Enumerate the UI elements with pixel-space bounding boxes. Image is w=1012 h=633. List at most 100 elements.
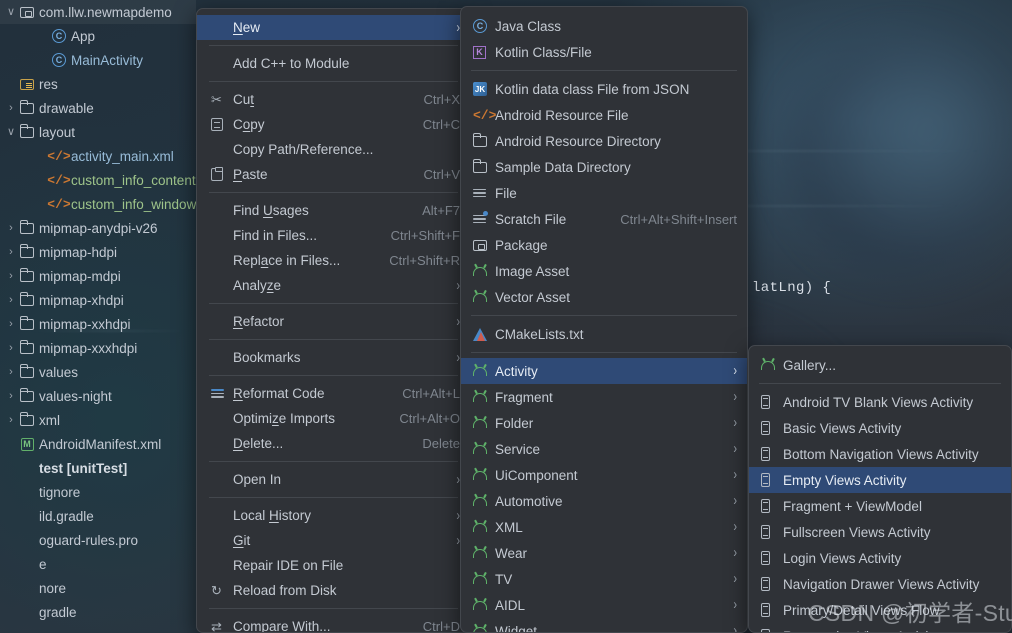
menu-item-navigation-drawer-views-activity[interactable]: Navigation Drawer Views Activity	[749, 571, 1011, 597]
menu-item-folder[interactable]: Folder ›	[461, 410, 747, 436]
menu-item-open-in[interactable]: Open In ›	[197, 467, 470, 492]
menu-item-service[interactable]: Service ›	[461, 436, 747, 462]
menu-item-responsive-views-activity[interactable]: Responsive Views Activity	[749, 623, 1011, 632]
project-tool-window[interactable]: ∨ com.llw.newmapdemo C App C MainActivity res ›…	[0, 0, 196, 633]
menu-item-tv[interactable]: TV ›	[461, 566, 747, 592]
tree-item[interactable]: </> custom_info_window.	[0, 192, 196, 216]
menu-item-widget[interactable]: Widget ›	[461, 618, 747, 632]
tree-item[interactable]: oguard-rules.pro	[0, 528, 196, 552]
tree-item[interactable]: e	[0, 552, 196, 576]
tree-item[interactable]: gradle	[0, 600, 196, 624]
menu-item-automotive[interactable]: Automotive ›	[461, 488, 747, 514]
menu-item-gallery[interactable]: Gallery...	[749, 352, 1011, 378]
menu-item-aidl[interactable]: AIDL ›	[461, 592, 747, 618]
tree-item[interactable]: › values-night	[0, 384, 196, 408]
menu-item-replace-in-files[interactable]: Replace in Files... Ctrl+Shift+R	[197, 248, 470, 273]
tree-item[interactable]: </> custom_info_contents	[0, 168, 196, 192]
menu-item-optimize-imports[interactable]: Optimize Imports Ctrl+Alt+O	[197, 406, 470, 431]
menu-item-xml[interactable]: XML ›	[461, 514, 747, 540]
menu-item-bookmarks[interactable]: Bookmarks ›	[197, 345, 470, 370]
menu-item-vector-asset[interactable]: Vector Asset	[461, 284, 747, 310]
menu-item-local-history[interactable]: Local History ›	[197, 503, 470, 528]
file-context-menu[interactable]: New › Add C++ to Module ✂ Cut Ctrl+X Copy Ctrl+…	[196, 8, 471, 633]
tree-item[interactable]: › drawable	[0, 96, 196, 120]
menu-item-git[interactable]: Git ›	[197, 528, 470, 553]
tree-item[interactable]: nore	[0, 576, 196, 600]
menu-item-primary-detail-views-flow[interactable]: Primary/Detail Views Flow	[749, 597, 1011, 623]
menu-item-basic-views-activity[interactable]: Basic Views Activity	[749, 415, 1011, 441]
chevron-right-icon[interactable]: ›	[4, 318, 18, 330]
tree-item[interactable]: › mipmap-xxhdpi	[0, 312, 196, 336]
tree-item[interactable]: › mipmap-anydpi-v26	[0, 216, 196, 240]
chevron-right-icon[interactable]: ›	[4, 414, 18, 426]
menu-item-kotlin-data-class-file-from-json[interactable]: JK Kotlin data class File from JSON	[461, 76, 747, 102]
menu-item-find-usages[interactable]: Find Usages Alt+F7	[197, 198, 470, 223]
menu-item-cmakelists-txt[interactable]: CMakeLists.txt	[461, 321, 747, 347]
menu-item-reformat-code[interactable]: Reformat Code Ctrl+Alt+L	[197, 381, 470, 406]
menu-item-java-class[interactable]: C Java Class	[461, 13, 747, 39]
tree-item[interactable]: M AndroidManifest.xml	[0, 432, 196, 456]
activity-submenu[interactable]: Gallery... Android TV Blank Views Activit…	[748, 345, 1012, 633]
tree-item-label: mipmap-xxhdpi	[39, 316, 131, 332]
menu-item-delete[interactable]: Delete... Delete	[197, 431, 470, 456]
chevron-down-icon[interactable]: ∨	[4, 6, 18, 18]
chevron-right-icon[interactable]: ›	[4, 390, 18, 402]
menu-item-label: Sample Data Directory	[495, 159, 631, 175]
tree-item[interactable]: › mipmap-xhdpi	[0, 288, 196, 312]
menu-item-refactor[interactable]: Refactor ›	[197, 309, 470, 334]
chevron-right-icon[interactable]: ›	[4, 366, 18, 378]
menu-item-uicomponent[interactable]: UiComponent ›	[461, 462, 747, 488]
menu-item-activity[interactable]: Activity ›	[461, 358, 747, 384]
new-submenu[interactable]: C Java Class K Kotlin Class/File JK Kotlin da…	[460, 6, 748, 633]
chevron-right-icon[interactable]: ›	[4, 102, 18, 114]
menu-item-empty-views-activity[interactable]: Empty Views Activity	[749, 467, 1011, 493]
tree-item[interactable]: ∨ com.llw.newmapdemo	[0, 0, 196, 24]
menu-item-new[interactable]: New ›	[197, 15, 470, 40]
chevron-right-icon[interactable]: ›	[4, 246, 18, 258]
menu-item-fragment-viewmodel[interactable]: Fragment + ViewModel	[749, 493, 1011, 519]
menu-item-copy-path-reference[interactable]: Copy Path/Reference...	[197, 137, 470, 162]
chevron-right-icon[interactable]: ›	[4, 294, 18, 306]
menu-item-reload-from-disk[interactable]: ↻ Reload from Disk	[197, 578, 470, 603]
tree-item[interactable]: › mipmap-xxxhdpi	[0, 336, 196, 360]
menu-item-sample-data-directory[interactable]: Sample Data Directory	[461, 154, 747, 180]
tree-item[interactable]: C MainActivity	[0, 48, 196, 72]
menu-item-fullscreen-views-activity[interactable]: Fullscreen Views Activity	[749, 519, 1011, 545]
chevron-right-icon[interactable]: ›	[4, 222, 18, 234]
menu-item-compare-with[interactable]: ⇄ Compare With... Ctrl+D	[197, 614, 470, 632]
menu-item-find-in-files[interactable]: Find in Files... Ctrl+Shift+F	[197, 223, 470, 248]
menu-item-package[interactable]: Package	[461, 232, 747, 258]
menu-item-paste[interactable]: Paste Ctrl+V	[197, 162, 470, 187]
menu-item-kotlin-class-file[interactable]: K Kotlin Class/File	[461, 39, 747, 65]
tree-item[interactable]: › mipmap-mdpi	[0, 264, 196, 288]
tree-item[interactable]: › mipmap-hdpi	[0, 240, 196, 264]
menu-item-copy[interactable]: Copy Ctrl+C	[197, 112, 470, 137]
tree-item[interactable]: tignore	[0, 480, 196, 504]
chevron-right-icon[interactable]: ›	[4, 342, 18, 354]
chevron-right-icon[interactable]: ›	[4, 270, 18, 282]
menu-item-add-c-to-module[interactable]: Add C++ to Module	[197, 51, 470, 76]
tree-item[interactable]: </> activity_main.xml	[0, 144, 196, 168]
menu-item-android-resource-directory[interactable]: Android Resource Directory	[461, 128, 747, 154]
menu-item-wear[interactable]: Wear ›	[461, 540, 747, 566]
menu-item-android-resource-file[interactable]: </> Android Resource File	[461, 102, 747, 128]
tree-item[interactable]: C App	[0, 24, 196, 48]
tree-item[interactable]: res	[0, 72, 196, 96]
tree-item[interactable]: ∨ layout	[0, 120, 196, 144]
menu-item-analyze[interactable]: Analyze ›	[197, 273, 470, 298]
tree-item[interactable]: › xml	[0, 408, 196, 432]
menu-item-fragment[interactable]: Fragment ›	[461, 384, 747, 410]
menu-item-label: Navigation Drawer Views Activity	[783, 576, 980, 592]
menu-item-bottom-navigation-views-activity[interactable]: Bottom Navigation Views Activity	[749, 441, 1011, 467]
menu-item-cut[interactable]: ✂ Cut Ctrl+X	[197, 87, 470, 112]
tree-item[interactable]: › values	[0, 360, 196, 384]
menu-item-repair-ide-on-file[interactable]: Repair IDE on File	[197, 553, 470, 578]
chevron-down-icon[interactable]: ∨	[4, 126, 18, 138]
menu-item-android-tv-blank-views-activity[interactable]: Android TV Blank Views Activity	[749, 389, 1011, 415]
menu-item-file[interactable]: File	[461, 180, 747, 206]
tree-item[interactable]: test [unitTest]	[0, 456, 196, 480]
menu-item-image-asset[interactable]: Image Asset	[461, 258, 747, 284]
menu-item-login-views-activity[interactable]: Login Views Activity	[749, 545, 1011, 571]
tree-item[interactable]: ild.gradle	[0, 504, 196, 528]
menu-item-scratch-file[interactable]: Scratch File Ctrl+Alt+Shift+Insert	[461, 206, 747, 232]
